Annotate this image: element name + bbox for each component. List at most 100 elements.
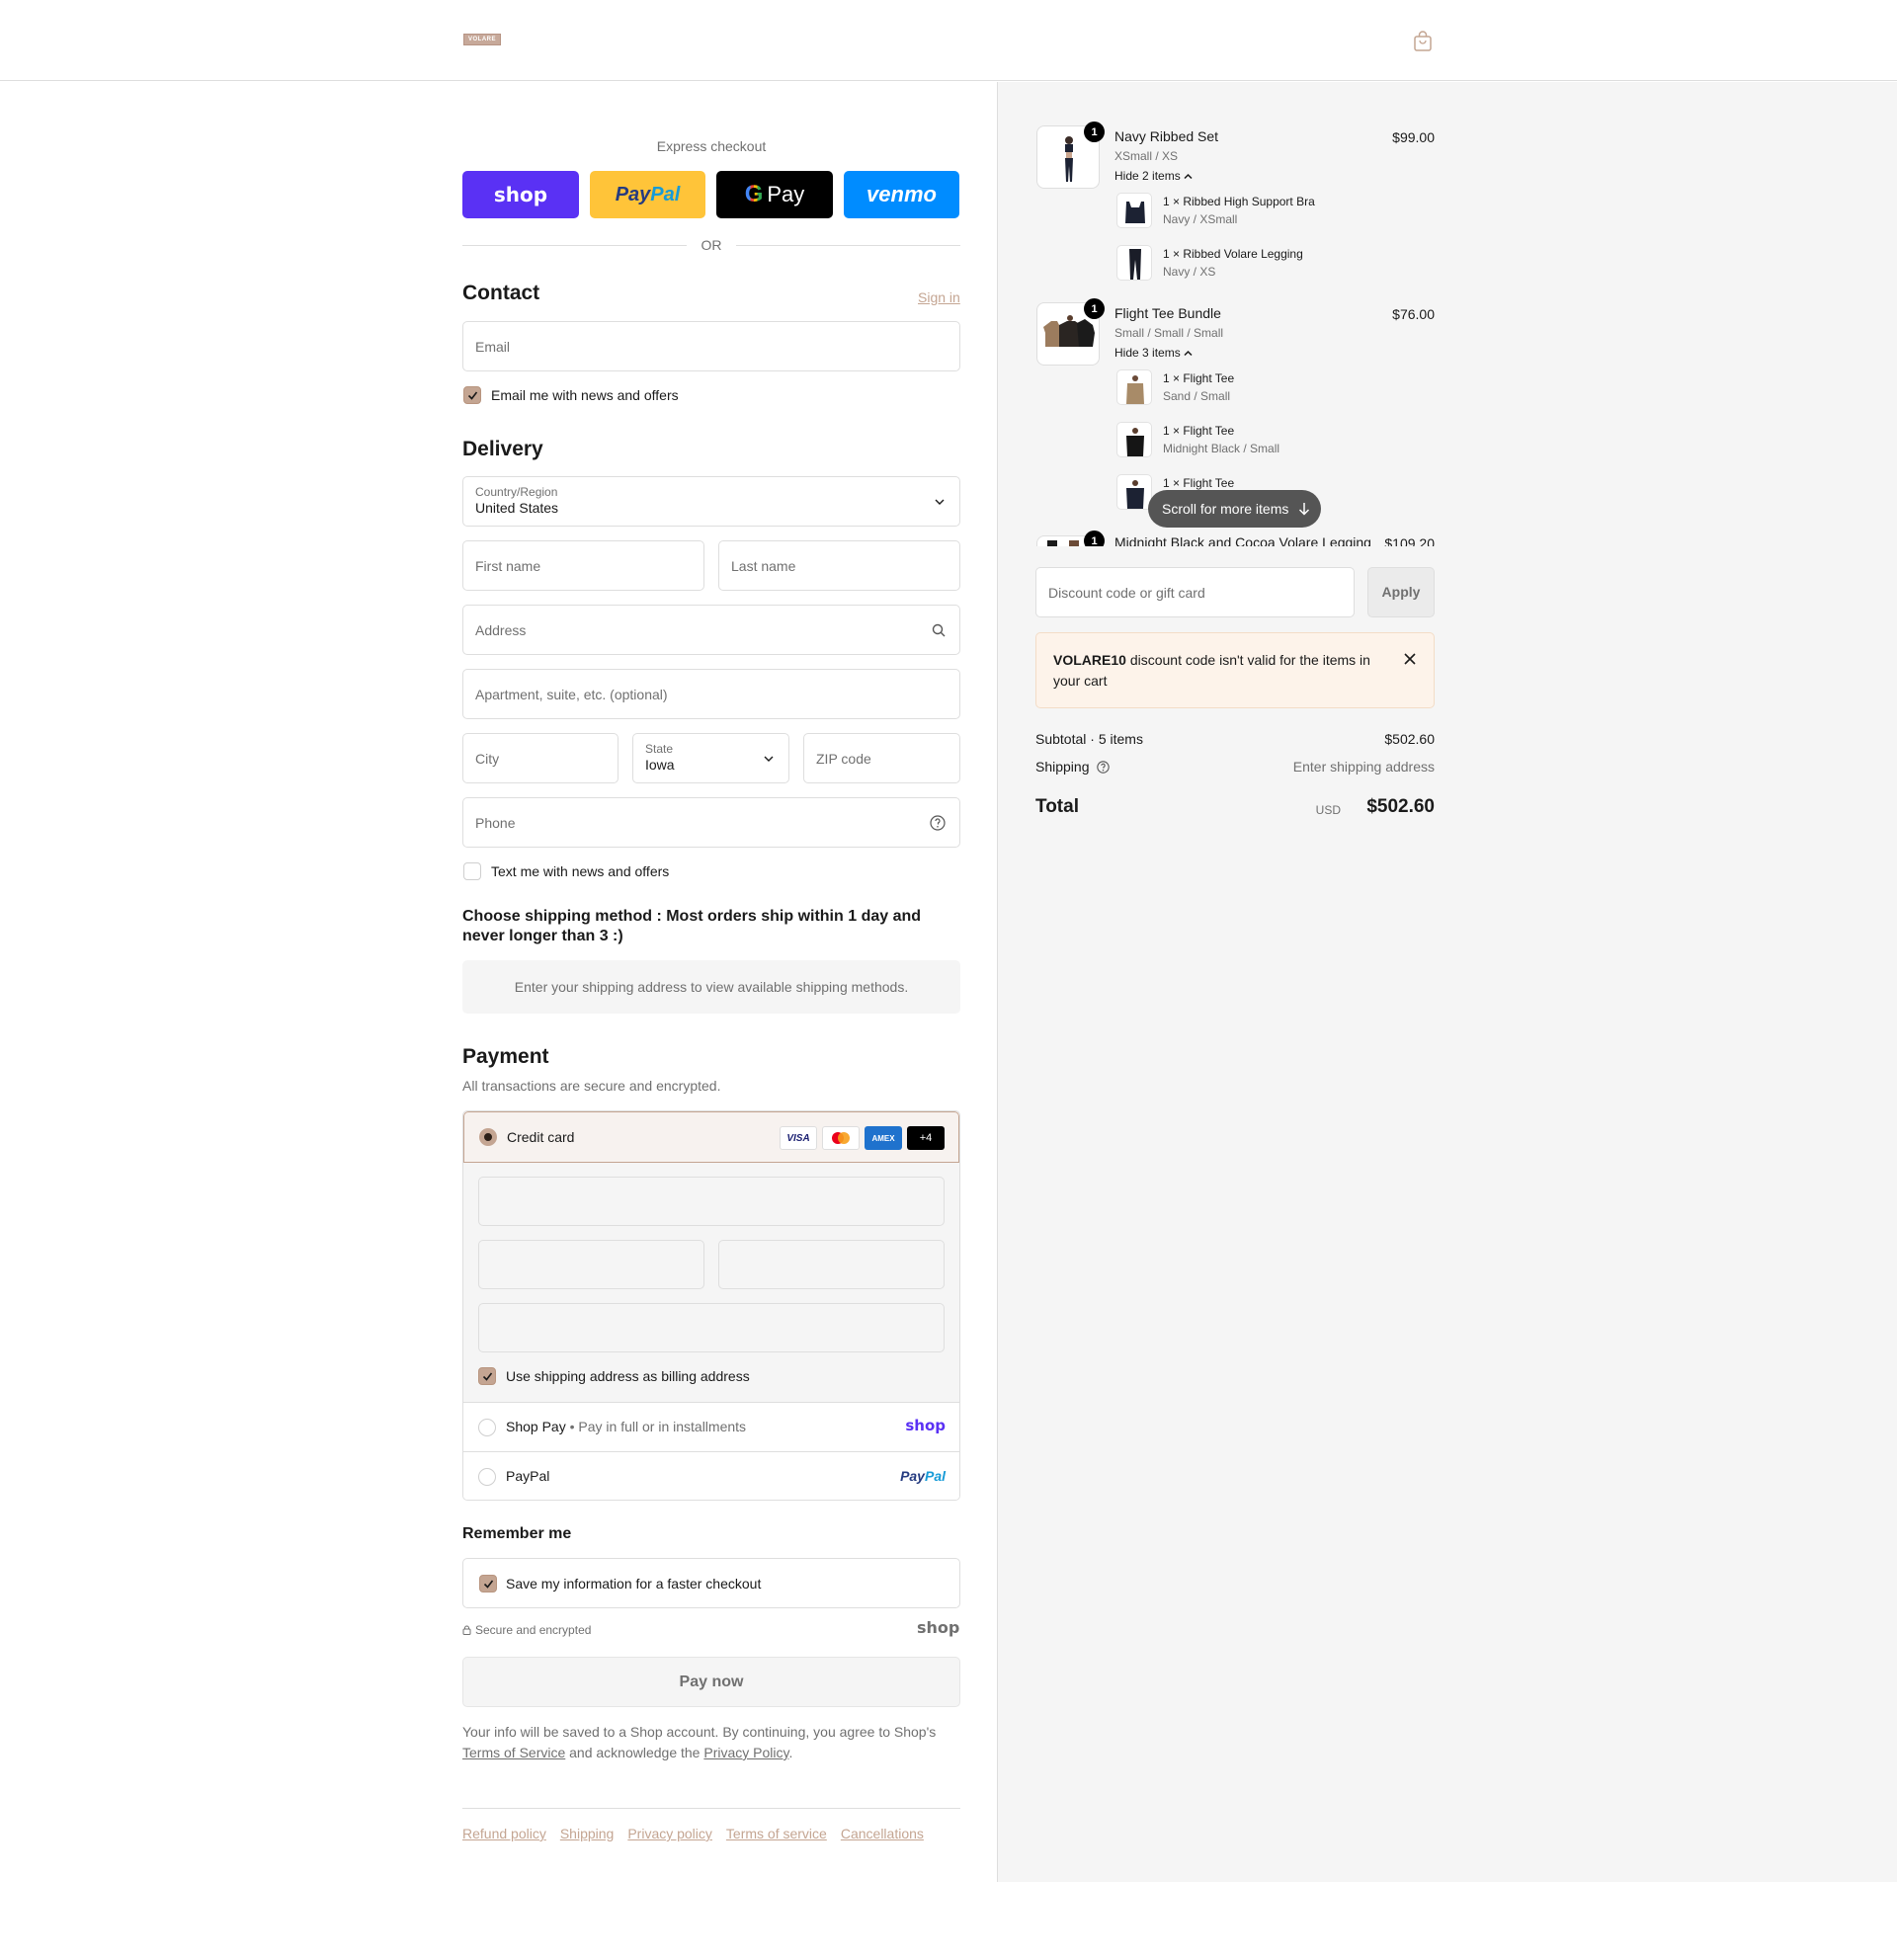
apartment-field[interactable]: Apartment, suite, etc. (optional) — [462, 669, 960, 719]
state-select[interactable]: State Iowa — [632, 733, 789, 783]
visa-text: VISA — [786, 1132, 810, 1144]
security-code-field[interactable] — [718, 1240, 945, 1289]
check-icon — [467, 391, 478, 400]
shop-pay-button[interactable]: shop — [462, 171, 579, 218]
sub-item-variant: Navy / XS — [1163, 265, 1216, 279]
discount-code: VOLARE10 — [1053, 652, 1126, 668]
visa-icon: VISA — [780, 1126, 817, 1150]
billing-address-label: Use shipping address as billing address — [506, 1368, 750, 1384]
card-number-field[interactable] — [478, 1177, 945, 1226]
terms-of-service-link[interactable]: Terms of Service — [462, 1745, 565, 1760]
sub-item-thumbnail — [1116, 245, 1152, 281]
google-pay-label: Pay — [767, 182, 805, 206]
more-cards-badge: +4 — [907, 1126, 945, 1150]
header: VOLARE — [0, 0, 1897, 81]
address-field[interactable]: Address — [462, 605, 960, 655]
credit-card-label: Credit card — [507, 1129, 575, 1145]
city-placeholder: City — [475, 750, 500, 767]
shop-pay-option[interactable]: Shop Pay • Pay in full or in installment… — [463, 1402, 959, 1451]
legal-prefix: Your info will be saved to a Shop accoun… — [462, 1724, 937, 1740]
remember-me-title: Remember me — [462, 1525, 572, 1542]
amex-text: AMEX — [871, 1133, 895, 1143]
paypal-button[interactable]: Pay Pal — [590, 171, 705, 218]
sub-item-thumbnail — [1116, 422, 1152, 457]
hide-items-toggle[interactable]: Hide 2 items — [1114, 169, 1193, 183]
save-info-checkbox[interactable] — [479, 1575, 497, 1592]
help-icon[interactable] — [1097, 761, 1111, 774]
privacy-policy-link[interactable]: Privacy Policy — [703, 1745, 788, 1760]
email-news-checkbox[interactable] — [463, 386, 481, 404]
chevron-down-icon — [935, 499, 945, 505]
google-pay-button[interactable]: G Pay — [716, 171, 833, 218]
terms-of-service-footer-link[interactable]: Terms of service — [726, 1826, 827, 1841]
search-icon — [932, 623, 946, 636]
shop-logo-icon: shop — [905, 1417, 946, 1434]
divider — [462, 245, 687, 246]
discount-code-field[interactable]: Discount code or gift card — [1035, 567, 1355, 617]
sub-item-variant: Navy / XSmall — [1163, 212, 1238, 226]
payment-subtitle: All transactions are secure and encrypte… — [462, 1078, 721, 1094]
paypal-label-pay: Pay — [615, 183, 651, 205]
billing-address-checkbox[interactable] — [478, 1367, 496, 1385]
cart-items-list[interactable]: 1 Navy Ribbed Set XSmall / XS $99.00 Hid… — [997, 82, 1897, 546]
shop-pay-radio[interactable] — [478, 1419, 496, 1436]
shop-logo-icon: shop — [917, 1618, 960, 1637]
save-info-label: Save my information for a faster checkou… — [506, 1576, 762, 1592]
credit-card-option[interactable]: Credit card VISA AMEX +4 — [463, 1111, 959, 1163]
black-tee-image — [1126, 428, 1144, 456]
legal-suffix: . — [788, 1745, 793, 1760]
close-icon[interactable] — [1404, 653, 1416, 665]
credit-card-radio[interactable] — [479, 1128, 497, 1146]
zip-placeholder: ZIP code — [816, 750, 871, 767]
sub-item-name: 1 × Flight Tee — [1163, 476, 1235, 490]
secure-text: Secure and encrypted — [475, 1623, 592, 1637]
payment-title: Payment — [462, 1045, 549, 1068]
sub-item-thumbnail — [1116, 474, 1152, 510]
store-logo[interactable]: VOLARE — [463, 34, 501, 45]
sub-item-name: 1 × Flight Tee — [1163, 371, 1235, 385]
refund-policy-link[interactable]: Refund policy — [462, 1826, 546, 1841]
paypal-logo-pay: Pay — [900, 1468, 925, 1484]
last-name-field[interactable]: Last name — [718, 540, 960, 591]
total-value: $502.60 — [1366, 796, 1435, 817]
hide-items-toggle[interactable]: Hide 3 items — [1114, 346, 1193, 360]
country-select[interactable]: Country/Region United States — [462, 476, 960, 527]
check-icon — [483, 1580, 494, 1589]
phone-field[interactable]: Phone — [462, 797, 960, 848]
paypal-radio[interactable] — [478, 1468, 496, 1486]
apply-discount-button[interactable]: Apply — [1367, 567, 1435, 617]
cancellations-link[interactable]: Cancellations — [841, 1826, 924, 1841]
pay-now-button[interactable]: Pay now — [462, 1657, 960, 1707]
subtotal-value: $502.60 — [1384, 731, 1435, 747]
city-field[interactable]: City — [462, 733, 619, 783]
shopping-bag-icon[interactable] — [1413, 31, 1433, 52]
hide-items-label: Hide 3 items — [1114, 346, 1181, 360]
last-name-placeholder: Last name — [731, 557, 796, 574]
privacy-policy-footer-link[interactable]: Privacy policy — [627, 1826, 712, 1841]
sub-item-thumbnail — [1116, 369, 1152, 405]
more-cards-text: +4 — [919, 1132, 933, 1144]
email-news-label: Email me with news and offers — [491, 387, 679, 403]
sub-item-variant: Midnight Black / Small — [1163, 442, 1280, 455]
help-icon[interactable] — [930, 814, 946, 831]
email-field[interactable]: Email — [462, 321, 960, 371]
discount-error-message: VOLARE10 discount code isn't valid for t… — [1053, 650, 1379, 692]
payment-methods: Credit card VISA AMEX +4 Use shipping ad… — [462, 1110, 960, 1501]
paypal-option[interactable]: PayPal PayPal — [463, 1451, 959, 1500]
venmo-button[interactable]: venmo — [844, 171, 959, 218]
shop-pay-separator: • — [565, 1419, 579, 1434]
scroll-for-more-button[interactable]: Scroll for more items — [1148, 490, 1321, 528]
zip-field[interactable]: ZIP code — [803, 733, 960, 783]
quantity-badge: 1 — [1084, 531, 1105, 546]
text-news-checkbox[interactable] — [463, 862, 481, 880]
mastercard-circles — [832, 1132, 850, 1144]
discount-error-notice: VOLARE10 discount code isn't valid for t… — [1035, 632, 1435, 708]
sub-item-name: 1 × Ribbed Volare Legging — [1163, 247, 1303, 261]
sign-in-link[interactable]: Sign in — [918, 289, 960, 305]
first-name-field[interactable]: First name — [462, 540, 704, 591]
shipping-link[interactable]: Shipping — [560, 1826, 615, 1841]
remember-me-box[interactable]: Save my information for a faster checkou… — [462, 1558, 960, 1608]
expiration-field[interactable] — [478, 1240, 704, 1289]
phone-placeholder: Phone — [475, 814, 516, 831]
name-on-card-field[interactable] — [478, 1303, 945, 1352]
